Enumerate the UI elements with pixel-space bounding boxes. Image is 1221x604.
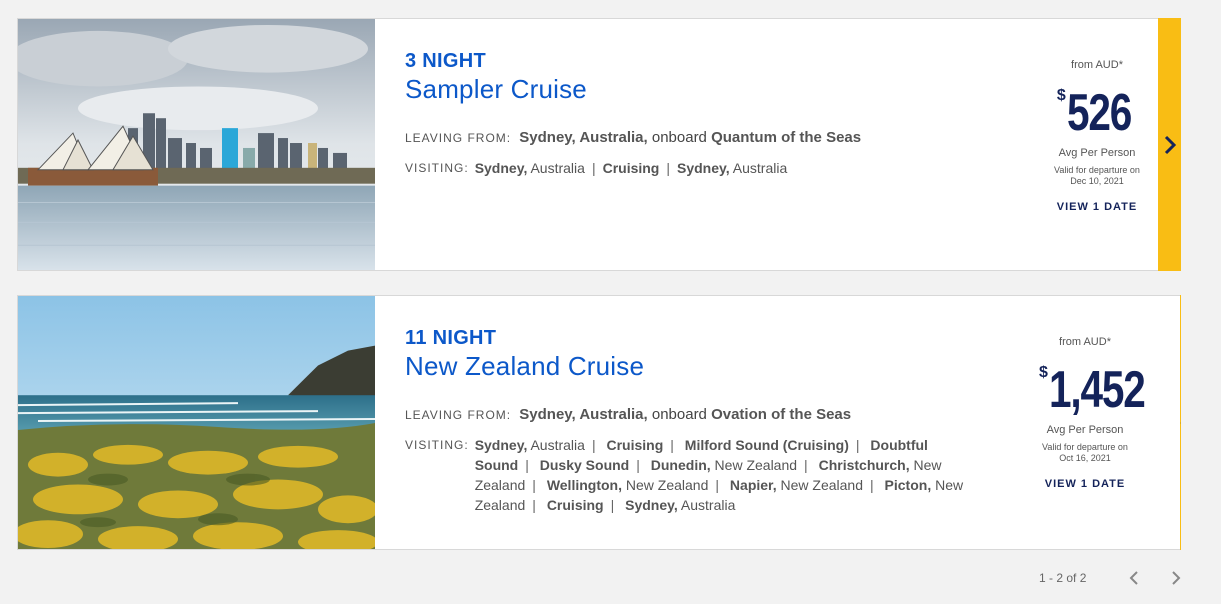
price: $ 526 — [1057, 83, 1149, 143]
avg-per-person: Avg Per Person — [1058, 147, 1136, 159]
itinerary-separator: | — [532, 477, 536, 493]
itinerary-stop: Dusky Sound — [539, 457, 630, 473]
itinerary-separator: | — [636, 457, 640, 473]
cruise-card[interactable]: 11 NIGHT New Zealand Cruise LEAVING FROM… — [17, 295, 1181, 550]
cruise-details: 3 NIGHT Sampler Cruise LEAVING FROM: Syd… — [375, 19, 1180, 270]
itinerary-stop: Cruising — [602, 160, 660, 176]
itinerary-stop: Milford Sound (Cruising) — [684, 437, 849, 453]
avg-per-person: Avg Per Person — [1046, 424, 1124, 436]
onboard-text: onboard — [647, 129, 712, 146]
view-dates-link[interactable]: VIEW 1 DATE — [1037, 201, 1157, 213]
itinerary-separator: | — [591, 437, 596, 453]
view-dates-link[interactable]: VIEW 1 DATE — [1025, 478, 1145, 490]
open-cruise-button[interactable] — [1158, 18, 1181, 271]
price-amount: 1,452 — [1048, 361, 1146, 419]
valid-departure: Valid for departure on Dec 10, 2021 — [1037, 165, 1157, 187]
itinerary-separator: | — [870, 477, 874, 493]
cruise-details: 11 NIGHT New Zealand Cruise LEAVING FROM… — [375, 296, 1180, 549]
currency-symbol: $ — [1039, 364, 1048, 381]
next-page-button[interactable] — [1168, 568, 1184, 588]
itinerary-separator: | — [855, 437, 860, 453]
itinerary-stop: Dunedin, New Zealand — [650, 457, 798, 473]
leaving-port: Sydney, Australia, — [519, 406, 648, 423]
prev-page-button[interactable] — [1126, 568, 1142, 588]
chevron-right-icon — [1180, 421, 1181, 424]
cruise-card[interactable]: 3 NIGHT Sampler Cruise LEAVING FROM: Syd… — [17, 18, 1181, 271]
departure-date: Dec 10, 2021 — [1070, 176, 1124, 186]
itinerary-separator: | — [525, 457, 529, 473]
ship-name: Ovation of the Seas — [711, 406, 852, 423]
ship-name: Quantum of the Seas — [711, 129, 862, 146]
visiting-label: VISITING: — [405, 438, 469, 452]
price-amount: 526 — [1066, 84, 1132, 142]
valid-departure: Valid for departure on Oct 16, 2021 — [1025, 442, 1145, 464]
itinerary-stop: Wellington, New Zealand — [546, 477, 709, 493]
onboard-text: onboard — [647, 406, 712, 423]
itinerary-separator: | — [670, 437, 674, 453]
cruise-photo-sydney[interactable] — [18, 19, 375, 270]
from-currency-label: from AUD* — [1059, 336, 1111, 348]
itinerary-separator: | — [532, 497, 536, 513]
itinerary-separator: | — [610, 497, 615, 513]
itinerary-stop: Cruising — [606, 437, 664, 453]
cruise-photo-new-zealand[interactable] — [18, 296, 375, 549]
itinerary-list: Sydney, Australia | Cruising | Milford Sou… — [475, 435, 965, 515]
price-block: from AUD* $ 1,452 Avg Per Person Valid f… — [1025, 336, 1146, 490]
itinerary-separator: | — [804, 457, 808, 473]
itinerary-separator: | — [715, 477, 720, 493]
itinerary-stop: Sydney, Australia — [474, 437, 585, 453]
price-block: from AUD* $ 526 Avg Per Person Valid for… — [1037, 59, 1157, 213]
itinerary-list: Sydney, Australia | Cruising | Sydney, Austr… — [475, 158, 965, 178]
itinerary-separator: | — [591, 160, 596, 176]
itinerary-stop: Napier, New Zealand — [729, 477, 864, 493]
valid-line: Valid for departure on — [1042, 442, 1128, 452]
itinerary-stop: Sydney, Australia — [677, 160, 788, 176]
pagination-count: 1 - 2 of 2 — [1039, 571, 1087, 585]
chevron-right-icon — [1164, 135, 1176, 154]
itinerary-separator: | — [666, 160, 670, 176]
currency-symbol: $ — [1056, 87, 1066, 104]
visiting-label: VISITING: — [405, 161, 469, 175]
itinerary-stop: Sydney, Australia — [474, 160, 585, 176]
leaving-label: LEAVING FROM: — [405, 408, 512, 422]
open-cruise-button[interactable] — [1180, 295, 1181, 550]
departure-date: Oct 16, 2021 — [1059, 453, 1111, 463]
pagination: 1 - 2 of 2 — [1039, 568, 1210, 588]
chevron-left-icon — [1129, 571, 1139, 585]
chevron-right-icon — [1172, 571, 1181, 585]
itinerary-stop: Cruising — [546, 497, 604, 513]
valid-line: Valid for departure on — [1054, 165, 1140, 175]
itinerary-stop: Sydney, Australia — [625, 497, 736, 513]
leaving-port: Sydney, Australia, — [519, 129, 648, 146]
price: $ 1,452 — [1039, 360, 1172, 420]
from-currency-label: from AUD* — [1071, 59, 1123, 71]
leaving-label: LEAVING FROM: — [405, 131, 512, 145]
